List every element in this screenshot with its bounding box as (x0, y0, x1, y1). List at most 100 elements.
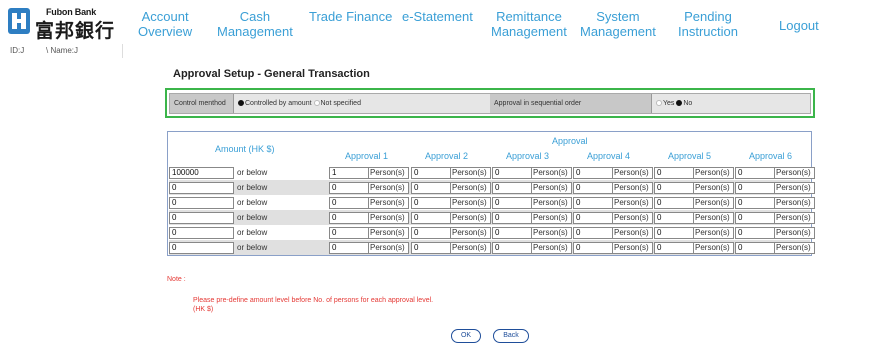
nav-item-0[interactable]: Account Overview (138, 9, 192, 39)
nav-item-label: Logout (779, 18, 819, 33)
nav-item-label: System Management (580, 9, 656, 39)
amount-input[interactable]: 0 (169, 197, 234, 209)
approval-count-value: 0 (414, 243, 419, 252)
nav-item-label: Account Overview (138, 9, 193, 39)
approval-4-count-field[interactable]: 0 Person(s) (573, 212, 653, 224)
persons-unit-label: Person(s) (533, 213, 568, 222)
radio-yes[interactable]: Yes (656, 100, 674, 107)
approval-2-count-field[interactable]: 0 Person(s) (411, 242, 491, 254)
nav-item-6[interactable]: Pending Instruction (678, 9, 738, 39)
approval-5-count-field[interactable]: 0 Person(s) (654, 242, 734, 254)
field-separator (774, 197, 775, 209)
nav-item-5[interactable]: System Management (580, 9, 656, 39)
approval-6-count-field[interactable]: 0 Person(s) (735, 227, 815, 239)
nav-item-7[interactable]: Logout (779, 18, 819, 33)
approval-6-count-field[interactable]: 0 Person(s) (735, 212, 815, 224)
nav-item-1[interactable]: Cash Management (217, 9, 293, 39)
approval-2-count-field[interactable]: 0 Person(s) (411, 212, 491, 224)
field-separator (450, 197, 451, 209)
field-separator (368, 167, 369, 179)
approval-count-value: 0 (414, 198, 419, 207)
approval-levels-table: Amount (HK $) Approval Approval 1 Approva… (167, 131, 815, 256)
approval-1-count-field[interactable]: 0 Person(s) (329, 242, 409, 254)
approval-5-count-field[interactable]: 0 Person(s) (654, 227, 734, 239)
amount-input[interactable]: 0 (169, 182, 234, 194)
approval-3-count-field[interactable]: 0 Person(s) (492, 182, 572, 194)
approval-count-value: 0 (738, 168, 743, 177)
field-separator (774, 242, 775, 254)
approval-count-value: 0 (332, 213, 337, 222)
control-method-options: Controlled by amount Not specified (234, 94, 490, 113)
amount-input[interactable]: 100000 (169, 167, 234, 179)
amount-input[interactable]: 0 (169, 227, 234, 239)
or-below-label: or below (237, 243, 268, 252)
table-row: 0 or below 0 Person(s) 0 Person(s) 0 Per… (169, 195, 815, 210)
approval-3-count-field[interactable]: 0 Person(s) (492, 197, 572, 209)
approval-4-count-field[interactable]: 0 Person(s) (573, 242, 653, 254)
amount-value: 0 (172, 243, 177, 252)
approval-count-value: 0 (657, 228, 662, 237)
approval-3-count-field[interactable]: 0 Person(s) (492, 167, 572, 179)
nav-item-3[interactable]: e-Statement (402, 9, 473, 24)
persons-unit-label: Person(s) (776, 243, 811, 252)
approval-3-count-field[interactable]: 0 Person(s) (492, 227, 572, 239)
approval-2-count-field[interactable]: 0 Person(s) (411, 167, 491, 179)
approval-6-count-field[interactable]: 0 Person(s) (735, 182, 815, 194)
radio-no[interactable]: No (676, 100, 692, 107)
approval-3-count-field[interactable]: 0 Person(s) (492, 212, 572, 224)
approval-6-count-field[interactable]: 0 Person(s) (735, 167, 815, 179)
approval-5-count-field[interactable]: 0 Person(s) (654, 212, 734, 224)
persons-unit-label: Person(s) (452, 243, 487, 252)
approval-1-count-field[interactable]: 0 Person(s) (329, 212, 409, 224)
persons-unit-label: Person(s) (695, 228, 730, 237)
amount-input[interactable]: 0 (169, 212, 234, 224)
approval-2-count-field[interactable]: 0 Person(s) (411, 197, 491, 209)
approval-1-count-field[interactable]: 0 Person(s) (329, 197, 409, 209)
field-separator (774, 212, 775, 224)
approval-4-count-field[interactable]: 0 Person(s) (573, 227, 653, 239)
approval-2-count-field[interactable]: 0 Person(s) (411, 227, 491, 239)
amount-value: 0 (172, 183, 177, 192)
approval-5-count-field[interactable]: 0 Person(s) (654, 197, 734, 209)
approval-5-count-field[interactable]: 0 Person(s) (654, 167, 734, 179)
approval-3-count-field[interactable]: 0 Person(s) (492, 242, 572, 254)
persons-unit-label: Person(s) (695, 168, 730, 177)
approval-6-count-field[interactable]: 0 Person(s) (735, 197, 815, 209)
persons-unit-label: Person(s) (533, 228, 568, 237)
radio-not-specified[interactable]: Not specified (313, 100, 361, 107)
persons-unit-label: Person(s) (614, 168, 649, 177)
approval-count-value: 0 (576, 213, 581, 222)
approval-count-value: 0 (332, 198, 337, 207)
radio-yes-label: Yes (663, 100, 675, 107)
persons-unit-label: Person(s) (776, 183, 811, 192)
amount-value: 0 (172, 213, 177, 222)
radio-controlled-by-amount[interactable]: Controlled by amount (238, 100, 312, 107)
approval-4-count-field[interactable]: 0 Person(s) (573, 182, 653, 194)
amount-input[interactable]: 0 (169, 242, 234, 254)
approval-count-value: 0 (738, 198, 743, 207)
back-button[interactable]: Back (493, 329, 529, 343)
approval-6-count-field[interactable]: 0 Person(s) (735, 242, 815, 254)
approval-1-count-field[interactable]: 1 Person(s) (329, 167, 409, 179)
nav-item-4[interactable]: Remittance Management (491, 9, 567, 39)
fubon-logo[interactable]: Fubon Bank 富邦銀行 (8, 6, 114, 42)
persons-unit-label: Person(s) (533, 243, 568, 252)
field-separator (450, 212, 451, 224)
sequential-order-options: Yes No (652, 94, 810, 113)
approval-1-count-field[interactable]: 0 Person(s) (329, 182, 409, 194)
logo-chinese: 富邦銀行 (35, 20, 116, 42)
field-separator (693, 197, 694, 209)
approval-count-value: 0 (576, 228, 581, 237)
approval-2-count-field[interactable]: 0 Person(s) (411, 182, 491, 194)
approval-5-count-field[interactable]: 0 Person(s) (654, 182, 734, 194)
approval-4-count-field[interactable]: 0 Person(s) (573, 167, 653, 179)
approval-1-count-field[interactable]: 0 Person(s) (329, 227, 409, 239)
nav-item-label: Remittance Management (491, 9, 567, 39)
or-below-label: or below (237, 183, 268, 192)
field-separator (368, 242, 369, 254)
field-separator (693, 182, 694, 194)
ok-button[interactable]: OK (451, 329, 481, 343)
nav-item-2[interactable]: Trade Finance (309, 9, 392, 24)
approval-4-count-field[interactable]: 0 Person(s) (573, 197, 653, 209)
field-separator (693, 212, 694, 224)
